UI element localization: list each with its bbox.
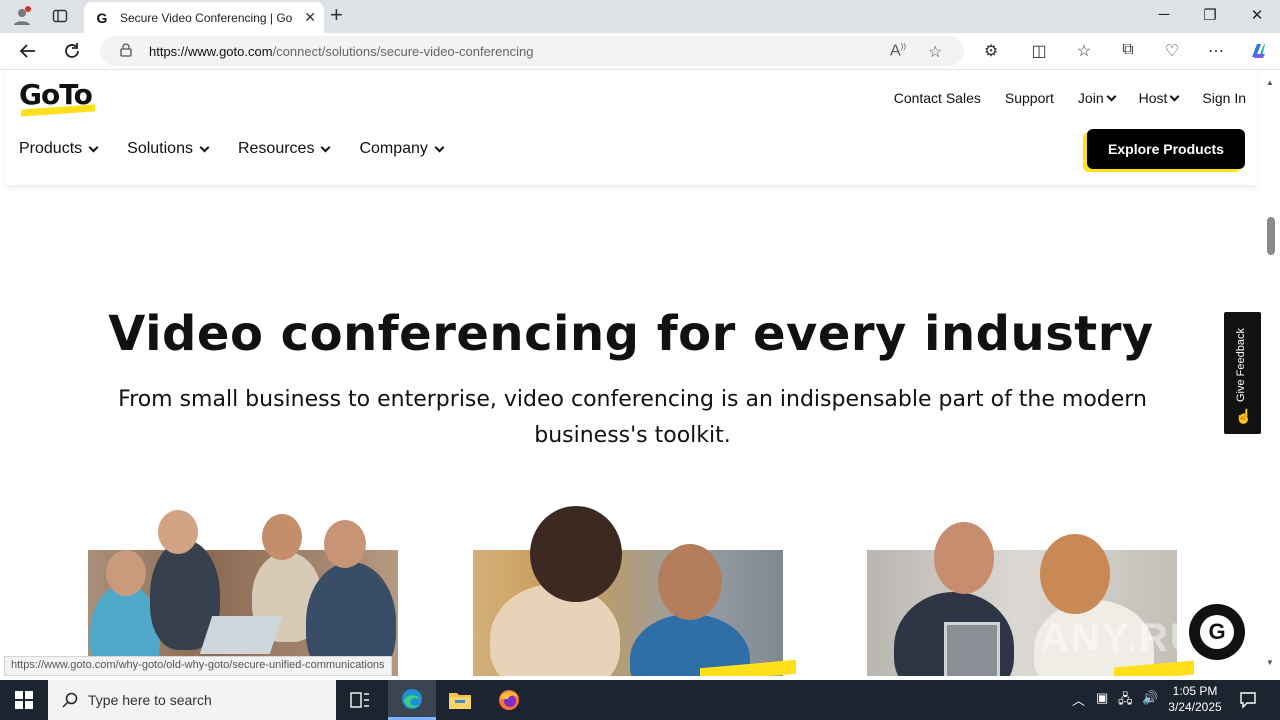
industry-image-healthcare[interactable] [470,504,800,676]
firefox-icon[interactable] [485,680,533,720]
notification-center-icon[interactable] [1228,680,1268,720]
device-icon[interactable]: ▣ [1096,690,1108,706]
person-head [1040,534,1110,614]
lock-icon[interactable] [120,43,132,62]
sign-in-link[interactable]: Sign In [1202,90,1246,106]
goto-favicon-icon: G [96,9,108,26]
favorite-star-icon[interactable]: ☆ [928,42,942,62]
more-options-icon[interactable]: ⋯ [1205,41,1227,61]
edge-browser-icon[interactable] [388,680,436,720]
browser-toolbar: https://www.goto.com/connect/solutions/s… [0,33,1280,70]
industry-image-small-business[interactable] [86,504,400,676]
chevron-down-icon [88,142,99,152]
chevron-down-icon [321,142,331,152]
scroll-up-icon[interactable]: ▲ [1266,78,1274,87]
logo-text: GoTo [19,78,93,111]
site-header: GoTo Contact Sales Support Join Host Sig… [5,70,1257,185]
search-placeholder: Type here to search [88,692,212,708]
tab-goto[interactable]: G Secure Video Conferencing | GoTo ✕ [84,2,324,33]
person-head [106,550,146,596]
show-hidden-icons[interactable]: ︿ [1072,690,1085,709]
file-explorer-icon[interactable] [436,680,484,720]
clock-time: 1:05 PM [1172,684,1218,698]
give-feedback-tab[interactable]: Give Feedback ☝ [1224,312,1261,434]
utility-nav: Contact Sales Support Join Host Sign In [894,90,1246,106]
chevron-down-icon [1106,91,1117,101]
nav-company[interactable]: Company [359,140,445,158]
laptop [199,616,283,654]
url-path: /connect/solutions/secure-video-conferen… [272,44,534,59]
section-headline: Video conferencing for every industry [108,306,1154,362]
chat-assistant-button[interactable]: G [1189,604,1245,660]
favorites-icon[interactable]: ☆ [1073,41,1095,61]
support-link[interactable]: Support [1005,90,1054,106]
refresh-icon[interactable] [61,40,83,62]
url-host: https://www.goto.com [149,44,273,59]
task-view-icon[interactable] [336,680,384,720]
volume-icon[interactable]: 🔊 [1142,690,1158,706]
split-screen-icon[interactable]: ◫ [1028,41,1050,61]
system-clock[interactable]: 1:05 PM 3/24/2025 [1166,683,1224,715]
person-head [934,522,994,594]
contact-sales-link[interactable]: Contact Sales [894,90,981,106]
url-text: https://www.goto.com/connect/solutions/s… [149,44,533,59]
clock-date: 3/24/2025 [1168,700,1222,714]
nav-solutions-label: Solutions [127,140,193,157]
collections-icon[interactable]: ⧉ [1117,41,1139,59]
link-hover-status: https://www.goto.com/why-goto/old-why-go… [4,656,392,676]
section-subheading: From small business to enterprise, video… [118,387,1147,448]
scrollbar-thumb[interactable] [1267,217,1275,255]
browser-essentials-icon[interactable]: ♡ [1161,41,1183,61]
person-head [530,506,622,602]
person-head [324,520,366,568]
chat-badge-icon: G [1200,615,1234,649]
profile-icon[interactable] [11,5,33,27]
page-scrollbar[interactable]: ▲ ▼ [1262,70,1280,676]
person-head [158,510,198,554]
nav-products[interactable]: Products [19,140,99,158]
cta-label: Explore Products [1087,129,1245,169]
tablet [944,622,1000,676]
minimize-icon[interactable]: ─ [1154,6,1174,23]
nav-resources[interactable]: Resources [237,140,331,158]
chevron-down-icon [1169,91,1180,101]
nav-company-label: Company [359,140,428,157]
new-tab-button[interactable]: + [330,4,343,26]
nav-resources-label: Resources [237,140,315,157]
scroll-down-icon[interactable]: ▼ [1266,658,1274,667]
host-menu[interactable]: Host [1138,90,1180,106]
join-menu[interactable]: Join [1077,90,1117,106]
taskbar-search-box[interactable]: Type here to search [48,680,336,720]
chevron-down-icon [199,142,210,152]
copilot-icon[interactable] [1247,41,1269,66]
join-label: Join [1077,90,1104,106]
host-label: Host [1138,90,1168,106]
chevron-down-icon [434,142,445,152]
nav-products-label: Products [19,140,83,157]
person-head [262,514,302,560]
network-icon[interactable]: 🖧 [1118,690,1133,712]
person-head [658,544,722,620]
main-nav: Products Solutions Resources Company [19,140,445,158]
nav-solutions[interactable]: Solutions [127,140,210,158]
windows-logo-icon [15,691,33,709]
explore-products-button[interactable]: Explore Products [1083,128,1245,174]
web-page: GoTo Contact Sales Support Join Host Sig… [0,70,1262,676]
close-tab-icon[interactable]: ✕ [304,9,316,26]
pointer-hand-icon: ☝ [1235,408,1253,424]
restore-icon[interactable]: ❐ [1200,6,1220,24]
close-window-icon[interactable]: ✕ [1247,6,1267,24]
tab-title: Secure Video Conferencing | GoTo [120,10,292,25]
tab-actions-icon[interactable] [49,5,71,27]
goto-logo[interactable]: GoTo [19,76,99,117]
address-bar[interactable]: https://www.goto.com/connect/solutions/s… [100,36,964,66]
back-icon[interactable] [17,40,39,62]
windows-taskbar: Type here to search ︿ ▣ 🖧 🔊 1:05 PM 3/24… [0,680,1280,720]
windows-start-button[interactable] [0,680,48,720]
read-aloud-icon[interactable]: A)) [890,42,906,60]
search-icon [62,692,78,708]
extensions-icon[interactable]: ⚙ [980,41,1002,61]
feedback-label: Give Feedback [1235,328,1247,402]
browser-tab-strip: G Secure Video Conferencing | GoTo ✕ + ─… [0,0,1280,33]
